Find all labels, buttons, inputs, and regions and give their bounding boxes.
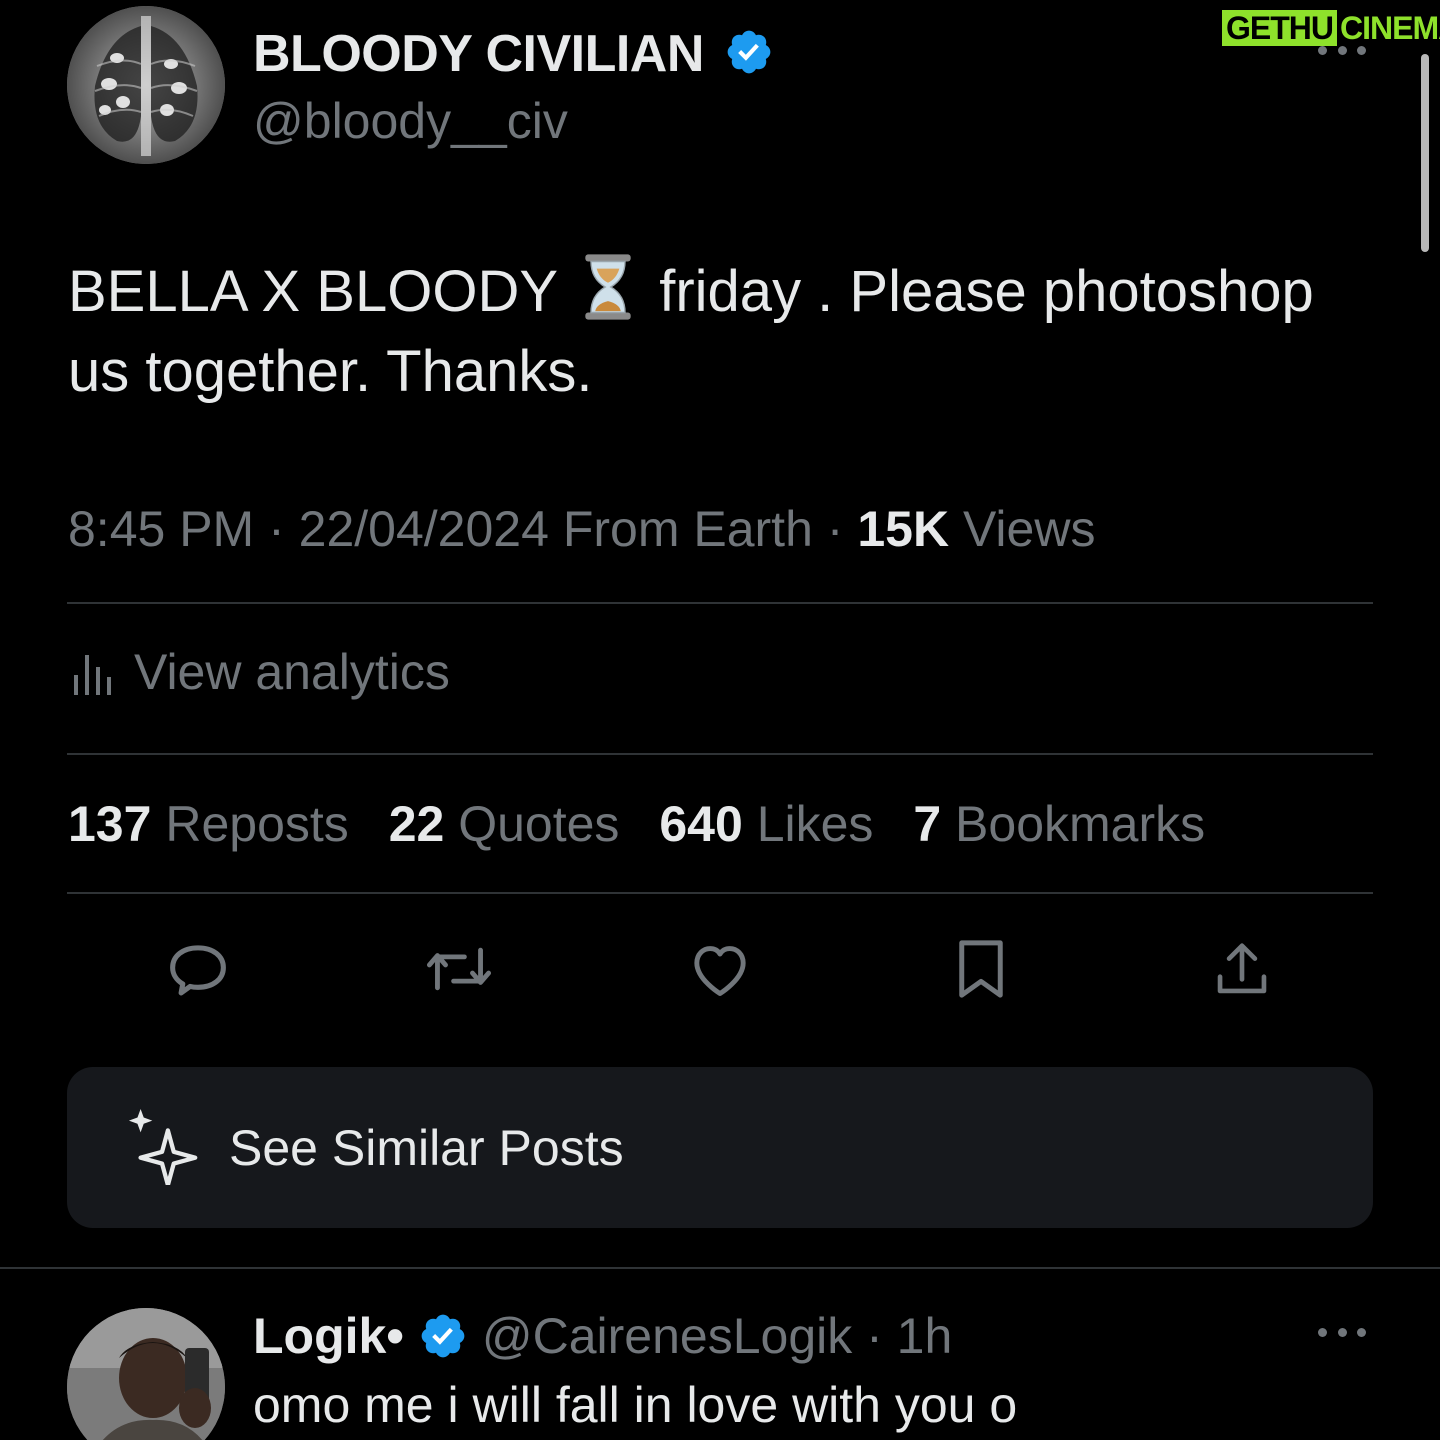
bookmarks-stat[interactable]: 7 Bookmarks bbox=[913, 796, 1205, 852]
meta-separator: · bbox=[826, 501, 858, 557]
share-icon bbox=[1217, 943, 1267, 994]
xray-lungs-avatar-image bbox=[67, 6, 225, 164]
scrollbar-thumb[interactable] bbox=[1421, 54, 1429, 252]
channel-watermark: GETHU CINEMA bbox=[1222, 10, 1440, 46]
reply-text: omo me i will fall in love with you o bbox=[253, 1377, 1018, 1433]
watermark-left-text: GETHU bbox=[1222, 10, 1337, 46]
meta-separator: · bbox=[268, 501, 299, 557]
tweet-source: From Earth bbox=[562, 501, 813, 557]
meta-separator: · bbox=[852, 1308, 897, 1364]
reply-author-handle[interactable]: @CairenesLogik bbox=[482, 1307, 852, 1365]
author-handle[interactable]: @bloody__civ bbox=[253, 92, 568, 150]
share-button[interactable] bbox=[1207, 934, 1277, 1004]
reply-author-avatar[interactable] bbox=[67, 1308, 225, 1440]
watermark-right-text: CINEMA bbox=[1340, 10, 1440, 46]
tweet-time[interactable]: 8:45 PM bbox=[68, 501, 254, 557]
verified-badge-icon[interactable] bbox=[724, 27, 774, 77]
divider bbox=[67, 892, 1373, 894]
author-name[interactable]: BLOODY CIVILIAN bbox=[253, 24, 704, 84]
reposts-stat[interactable]: 137 Reposts bbox=[68, 796, 349, 852]
section-divider bbox=[0, 1267, 1440, 1269]
reply-more-options-icon[interactable] bbox=[1318, 1312, 1366, 1352]
view-analytics-label: View analytics bbox=[134, 644, 450, 700]
likes-stat[interactable]: 640 Likes bbox=[659, 796, 873, 852]
reply-verified-badge-icon[interactable] bbox=[418, 1311, 468, 1361]
view-analytics-link[interactable]: View analytics bbox=[72, 640, 450, 704]
like-button[interactable] bbox=[685, 934, 755, 1004]
see-similar-posts-label: See Similar Posts bbox=[229, 1120, 624, 1176]
bookmark-button[interactable] bbox=[946, 934, 1016, 1004]
tweet-date[interactable]: 22/04/2024 bbox=[299, 501, 549, 557]
bookmark-icon bbox=[959, 940, 1003, 998]
reply-button[interactable] bbox=[163, 934, 233, 1004]
analytics-icon bbox=[74, 655, 111, 695]
repost-icon bbox=[426, 947, 492, 991]
reply-avatar-image bbox=[67, 1308, 225, 1440]
reply-header: Logik• @CairenesLogik · 1h bbox=[253, 1306, 952, 1366]
views-count: 15K bbox=[857, 501, 950, 557]
see-similar-posts-button[interactable]: See Similar Posts bbox=[67, 1067, 1373, 1228]
engagement-stats: 137 Reposts 22 Quotes 640 Likes 7 Bookma… bbox=[68, 795, 1231, 853]
tweet-meta: 8:45 PM · 22/04/2024 From Earth · 15K Vi… bbox=[68, 500, 1095, 558]
reply-author-name[interactable]: Logik• bbox=[253, 1307, 404, 1365]
reply-icon bbox=[170, 945, 226, 996]
repost-button[interactable] bbox=[424, 934, 494, 1004]
sparkle-icon bbox=[128, 1108, 198, 1185]
hourglass-icon bbox=[585, 254, 631, 320]
quotes-stat[interactable]: 22 Quotes bbox=[389, 796, 620, 852]
author-avatar[interactable] bbox=[67, 6, 225, 164]
divider bbox=[67, 602, 1373, 604]
tweet-detail-screen: BLOODY CIVILIAN @bloody__civ GETHU CINEM… bbox=[0, 0, 1440, 1440]
views-label: Views bbox=[962, 501, 1096, 557]
reply-time[interactable]: 1h bbox=[897, 1307, 953, 1365]
tweet-text-start: BELLA X BLOODY bbox=[68, 259, 557, 324]
divider bbox=[67, 753, 1373, 755]
tweet-text: BELLA X BLOODY friday . Please photoshop… bbox=[68, 252, 1388, 412]
like-icon bbox=[694, 946, 746, 996]
